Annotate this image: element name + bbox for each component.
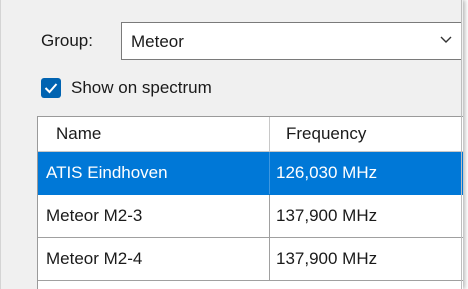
cell-frequency: 137,900 MHz bbox=[276, 249, 378, 268]
checkmark-icon bbox=[44, 83, 58, 94]
group-dropdown[interactable]: Meteor bbox=[121, 22, 461, 60]
chevron-down-icon[interactable] bbox=[439, 33, 453, 47]
table-row[interactable]: Meteor M2-3 137,900 MHz bbox=[38, 195, 463, 238]
table-row[interactable]: ATIS Eindhoven 126,030 MHz bbox=[38, 152, 463, 195]
group-label: Group: bbox=[41, 31, 93, 50]
cell-name: ATIS Eindhoven bbox=[38, 152, 270, 194]
group-dropdown-value: Meteor bbox=[131, 32, 184, 51]
channel-group-panel: Group: Meteor Show on spectrum Name Freq… bbox=[0, 0, 463, 289]
show-on-spectrum-checkbox[interactable] bbox=[41, 78, 61, 98]
cell-frequency: 137,900 MHz bbox=[276, 206, 378, 225]
table-header: Name Frequency bbox=[38, 117, 463, 152]
cell-name: Meteor M2-3 bbox=[38, 195, 270, 237]
cell-name: Meteor M2-4 bbox=[38, 238, 270, 280]
column-header-name[interactable]: Name bbox=[38, 117, 270, 151]
table-row[interactable]: Meteor M2-4 137,900 MHz bbox=[38, 238, 463, 281]
show-on-spectrum-label[interactable]: Show on spectrum bbox=[71, 78, 212, 98]
cell-frequency: 126,030 MHz bbox=[276, 163, 378, 182]
panel-edge bbox=[461, 0, 462, 289]
channel-table: Name Frequency ATIS Eindhoven 126,030 MH… bbox=[37, 116, 463, 289]
column-header-frequency[interactable]: Frequency bbox=[270, 117, 463, 151]
